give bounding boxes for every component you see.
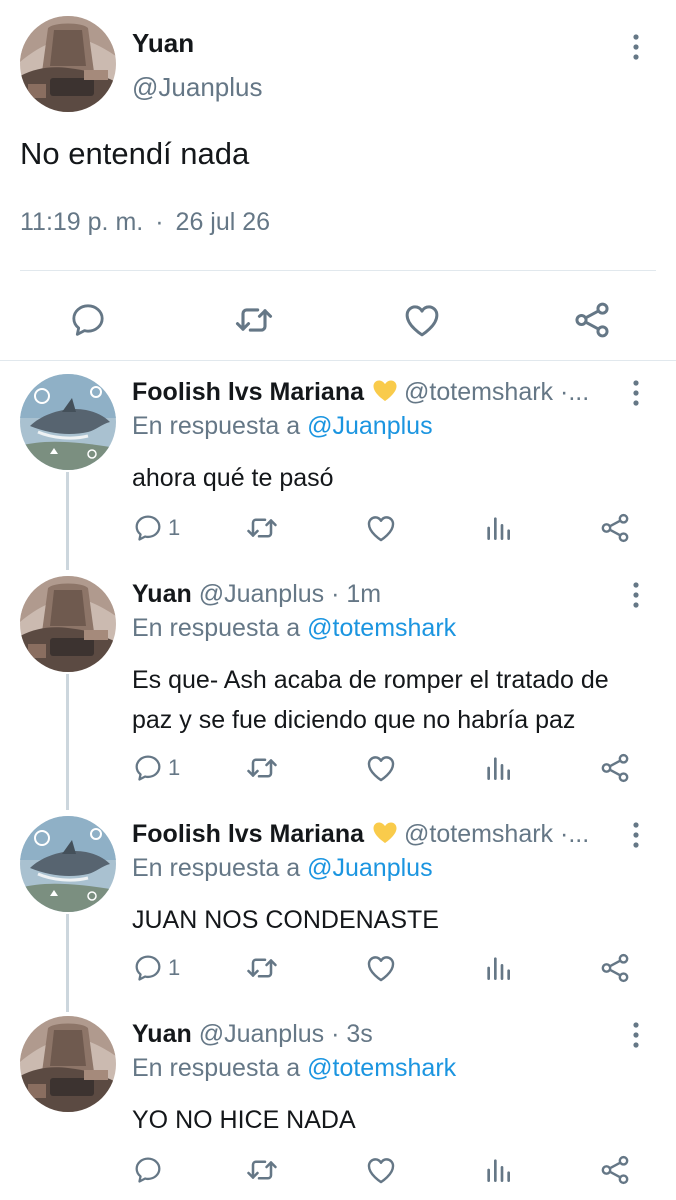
tweet-timestamp: 11:19 p. m. · 26 jul 26 [20, 208, 270, 237]
user-handle[interactable]: @Juanplus · 3s [199, 1020, 373, 1048]
tweet-text: ahora qué te pasó [132, 464, 334, 492]
reply-icon [132, 752, 164, 784]
reply-button[interactable]: 1 [132, 948, 180, 988]
reply-count: 1 [168, 515, 181, 540]
reply-count: 1 [168, 955, 181, 980]
meta-separator: · [155, 208, 164, 236]
analytics-icon[interactable] [482, 748, 514, 788]
tweet-action-bar [0, 284, 676, 354]
user-handle[interactable]: @Juanplus [132, 72, 262, 103]
reply-icon [132, 952, 164, 984]
tweet-text: Es que- Ash acaba de romper el tratado d… [132, 666, 609, 734]
reply-button[interactable]: 1 [132, 748, 180, 788]
retweet-icon[interactable] [244, 508, 280, 548]
tweet-action-bar: 1 [0, 948, 676, 988]
reply-tweet[interactable]: Foolish lvs Mariana @totemshark ·... En r… [0, 364, 676, 570]
tweet-text: No entendí nada [20, 136, 250, 171]
avatar[interactable] [20, 576, 116, 672]
tweet-text: JUAN NOS CONDENASTE [132, 906, 439, 934]
reply-tweet[interactable]: Yuan @Juanplus · 3s En respuesta a @tote… [0, 1006, 676, 1200]
replying-prefix: En respuesta a [132, 412, 301, 440]
reply-tweet[interactable]: Yuan @Juanplus · 1m En respuesta a @tote… [0, 566, 676, 810]
yellow-heart-icon [372, 821, 398, 845]
share-icon[interactable] [598, 748, 632, 788]
replying-to: En respuesta a @Juanplus [132, 412, 433, 441]
replying-to: En respuesta a @totemshark [132, 1054, 456, 1083]
reply-icon [132, 1154, 164, 1186]
reply-header: Foolish lvs Mariana @totemshark ·... [132, 820, 616, 849]
retweet-icon[interactable] [244, 948, 280, 988]
display-name[interactable]: Yuan [132, 1020, 192, 1048]
more-options-icon[interactable] [624, 378, 648, 408]
mention-link[interactable]: @Juanplus [307, 854, 432, 882]
mention-link[interactable]: @totemshark [307, 614, 456, 642]
user-handle[interactable]: @totemshark ·... [404, 378, 589, 406]
like-icon[interactable] [364, 948, 398, 988]
user-handle[interactable]: @Juanplus · 1m [199, 580, 381, 608]
replying-to: En respuesta a @totemshark [132, 614, 456, 643]
tweet-date: 26 jul 26 [175, 208, 271, 236]
avatar[interactable] [20, 374, 116, 470]
share-icon[interactable] [598, 948, 632, 988]
mention-link[interactable]: @totemshark [307, 1054, 456, 1082]
main-tweet: Yuan @Juanplus No entendí nada 11:19 p. … [0, 0, 676, 362]
display-name[interactable]: Foolish lvs Mariana [132, 378, 364, 406]
divider [0, 360, 676, 361]
share-icon[interactable] [598, 1150, 632, 1190]
share-icon[interactable] [598, 508, 632, 548]
tweet-time: 11:19 p. m. [20, 208, 144, 236]
more-options-icon[interactable] [624, 1020, 648, 1050]
reply-header: Yuan @Juanplus · 1m [132, 580, 616, 609]
display-name[interactable]: Yuan [132, 28, 194, 59]
analytics-icon[interactable] [482, 1150, 514, 1190]
display-name[interactable]: Yuan [132, 580, 192, 608]
thread-line [66, 674, 69, 810]
replying-to: En respuesta a @Juanplus [132, 854, 433, 883]
more-options-icon[interactable] [624, 580, 648, 610]
more-options-icon[interactable] [624, 32, 648, 62]
avatar[interactable] [20, 16, 116, 112]
yellow-heart-icon [372, 379, 398, 403]
retweet-icon[interactable] [244, 748, 280, 788]
reply-header: Foolish lvs Mariana @totemshark ·... [132, 378, 616, 407]
tweet-action-bar: 1 [0, 748, 676, 788]
reply-icon[interactable] [66, 298, 110, 342]
tweet-text: YO NO HICE NADA [132, 1106, 356, 1134]
reply-tweet[interactable]: Foolish lvs Mariana @totemshark ·... En r… [0, 806, 676, 1012]
reply-icon [132, 512, 164, 544]
tweet-action-bar [0, 1150, 676, 1190]
mention-link[interactable]: @Juanplus [307, 412, 432, 440]
avatar[interactable] [20, 1016, 116, 1112]
user-handle[interactable]: @totemshark ·... [404, 820, 589, 848]
more-options-icon[interactable] [624, 820, 648, 850]
display-name[interactable]: Foolish lvs Mariana [132, 820, 364, 848]
like-icon[interactable] [364, 508, 398, 548]
retweet-icon[interactable] [232, 298, 276, 342]
reply-header: Yuan @Juanplus · 3s [132, 1020, 616, 1049]
divider [20, 270, 656, 271]
like-icon[interactable] [364, 1150, 398, 1190]
replying-prefix: En respuesta a [132, 614, 301, 642]
replying-prefix: En respuesta a [132, 854, 301, 882]
tweet-action-bar: 1 [0, 508, 676, 548]
like-icon[interactable] [400, 298, 444, 342]
share-icon[interactable] [570, 298, 614, 342]
reply-button[interactable]: 1 [132, 508, 180, 548]
reply-count: 1 [168, 755, 181, 780]
like-icon[interactable] [364, 748, 398, 788]
retweet-icon[interactable] [244, 1150, 280, 1190]
analytics-icon[interactable] [482, 948, 514, 988]
reply-button[interactable] [132, 1150, 168, 1190]
replying-prefix: En respuesta a [132, 1054, 301, 1082]
avatar[interactable] [20, 816, 116, 912]
analytics-icon[interactable] [482, 508, 514, 548]
